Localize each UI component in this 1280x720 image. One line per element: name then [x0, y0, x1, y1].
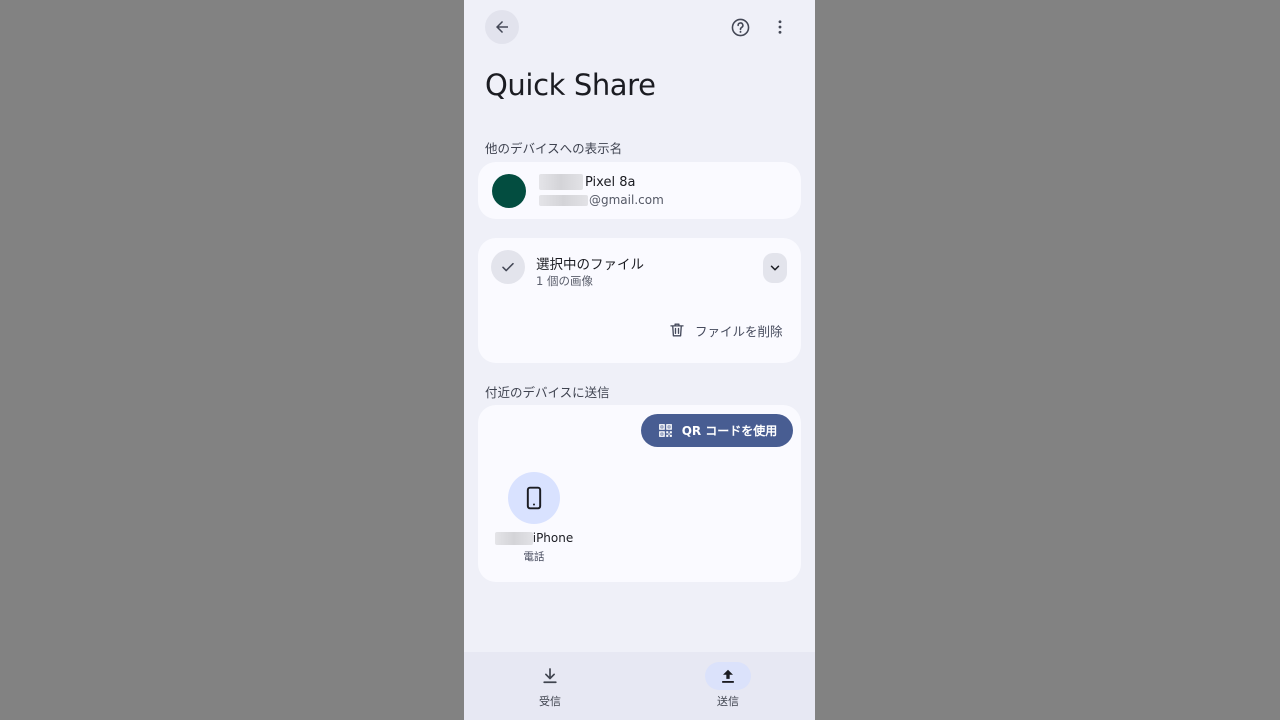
- nearby-section-label: 付近のデバイスに送信: [485, 385, 610, 400]
- quick-share-screen: Quick Share 他のデバイスへの表示名 Pixel 8a @gmail.…: [464, 0, 815, 720]
- chevron-down-icon: [770, 265, 780, 271]
- trash-icon: [670, 323, 684, 337]
- nearby-devices-card: QR コードを使用 iPhone 電話: [478, 405, 801, 582]
- nav-receive-pill: [527, 662, 573, 690]
- smartphone-icon: [526, 486, 542, 510]
- redacted-email-block: [539, 194, 588, 206]
- nav-receive[interactable]: 受信: [505, 660, 595, 712]
- delete-files-label: ファイルを削除: [695, 323, 783, 339]
- back-button[interactable]: [485, 10, 519, 44]
- nav-send[interactable]: 送信: [683, 660, 773, 712]
- use-qr-code-button[interactable]: QR コードを使用: [641, 414, 793, 447]
- upload-icon: [722, 669, 734, 683]
- selected-files-title: 選択中のファイル: [536, 257, 644, 273]
- help-button[interactable]: [726, 13, 754, 41]
- selected-files-count: 1 個の画像: [536, 274, 593, 288]
- redacted-name-block: [539, 174, 583, 190]
- redacted-device-owner: [494, 531, 533, 545]
- help-circle-icon: [731, 18, 749, 36]
- device-name-text: Pixel 8a: [585, 174, 636, 190]
- page-title: Quick Share: [485, 68, 656, 102]
- expand-files-button[interactable]: [763, 253, 787, 283]
- check-icon: [502, 262, 514, 272]
- device-icon-circle: [508, 472, 560, 524]
- display-name-section-label: 他のデバイスへの表示名: [485, 141, 623, 156]
- device-type: 電話: [523, 551, 545, 563]
- arrow-back-icon: [496, 21, 508, 33]
- use-qr-code-label: QR コードを使用: [681, 424, 778, 438]
- more-vert-icon: [778, 20, 782, 34]
- nearby-device-item[interactable]: iPhone 電話: [494, 471, 574, 571]
- nav-receive-label: 受信: [539, 695, 561, 708]
- more-options-button[interactable]: [766, 13, 794, 41]
- email-domain-text: @gmail.com: [589, 193, 664, 207]
- display-name-card[interactable]: Pixel 8a @gmail.com: [478, 162, 801, 219]
- nav-send-pill: [705, 662, 751, 690]
- qr-code-icon: [658, 424, 672, 437]
- device-display-name: Pixel 8a: [539, 174, 635, 190]
- delete-files-button[interactable]: ファイルを削除: [668, 318, 783, 342]
- selected-files-card: 選択中のファイル 1 個の画像 ファイルを削除: [478, 238, 801, 363]
- nav-send-label: 送信: [717, 695, 739, 708]
- check-badge: [491, 250, 525, 284]
- bottom-navigation: 受信 送信: [464, 652, 815, 720]
- device-name-text: iPhone: [532, 531, 574, 545]
- account-email: @gmail.com: [539, 193, 664, 207]
- device-name: iPhone: [494, 531, 574, 545]
- download-icon: [543, 668, 557, 684]
- avatar: [492, 174, 526, 208]
